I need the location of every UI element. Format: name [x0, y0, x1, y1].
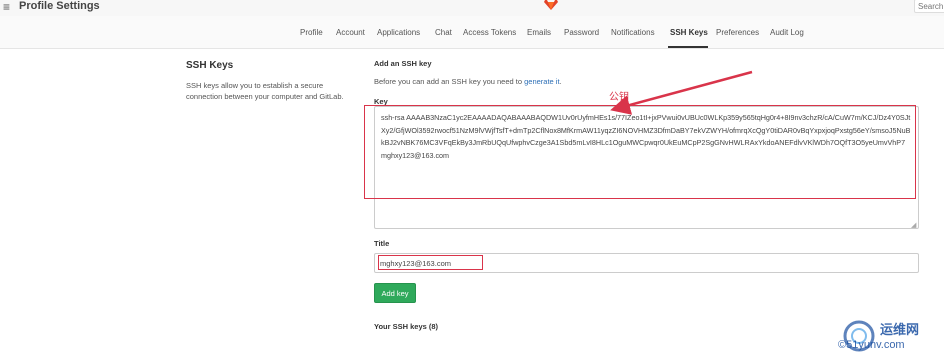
watermark-text: 运维网 [880, 322, 920, 337]
annotation-arrow-icon [610, 70, 753, 115]
watermark-subtext: ©51yunv.com [838, 339, 905, 351]
